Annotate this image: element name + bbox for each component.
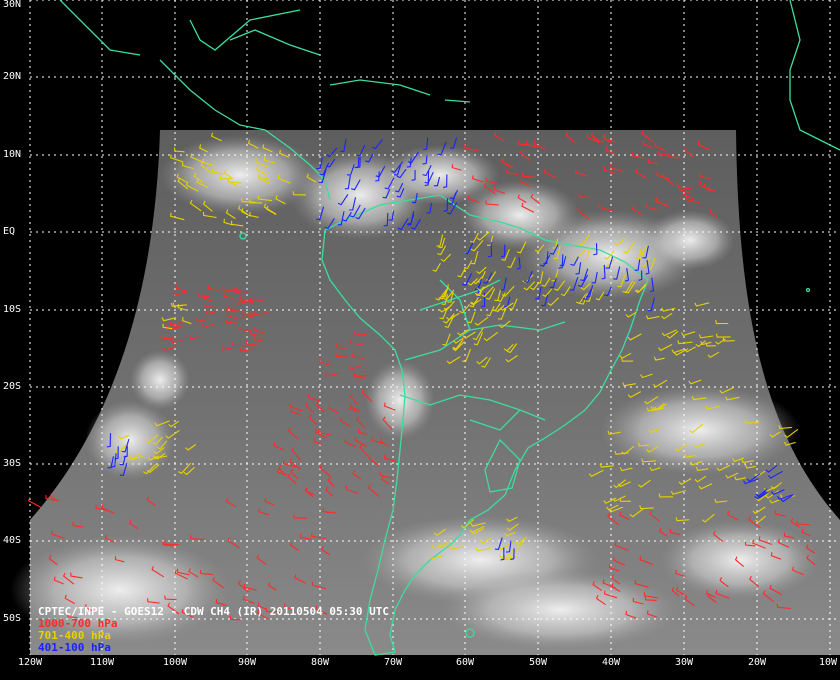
latitude-label: 50S — [3, 613, 22, 624]
longitude-label: 40W — [601, 657, 621, 668]
longitude-label: 70W — [383, 657, 403, 668]
longitude-label: 100W — [162, 657, 188, 668]
longitude-label: 90W — [237, 657, 257, 668]
longitude-label: 10W — [818, 657, 838, 668]
latitude-label: 40S — [3, 535, 22, 546]
satellite-wind-map: 30N 20N 10N EQ 10S 20S 30S 40S 50S 120W 110W 100W 9… — [0, 0, 840, 680]
map-caption: CPTEC/INPE - GOES12 - CDW CH4 (IR) 20110… — [38, 606, 389, 654]
longitude-label: 50W — [528, 657, 548, 668]
latitude-label: 20S — [3, 381, 22, 392]
latitude-label: 30N — [3, 0, 22, 10]
wind-barb — [28, 497, 42, 508]
latitude-label: 10N — [3, 149, 22, 160]
latitude-label: EQ — [3, 226, 16, 237]
longitude-label: 110W — [89, 657, 115, 668]
longitude-label: 30W — [674, 657, 694, 668]
longitude-label: 120W — [17, 657, 43, 668]
latitude-label: 20N — [3, 71, 22, 82]
longitude-label: 20W — [747, 657, 767, 668]
longitude-label: 60W — [455, 657, 475, 668]
longitude-label: 80W — [310, 657, 330, 668]
latitude-label: 30S — [3, 458, 22, 469]
legend-high-level: 401-100 hPa — [38, 641, 111, 654]
map-canvas — [10, 0, 840, 656]
latitude-label: 10S — [3, 304, 22, 315]
